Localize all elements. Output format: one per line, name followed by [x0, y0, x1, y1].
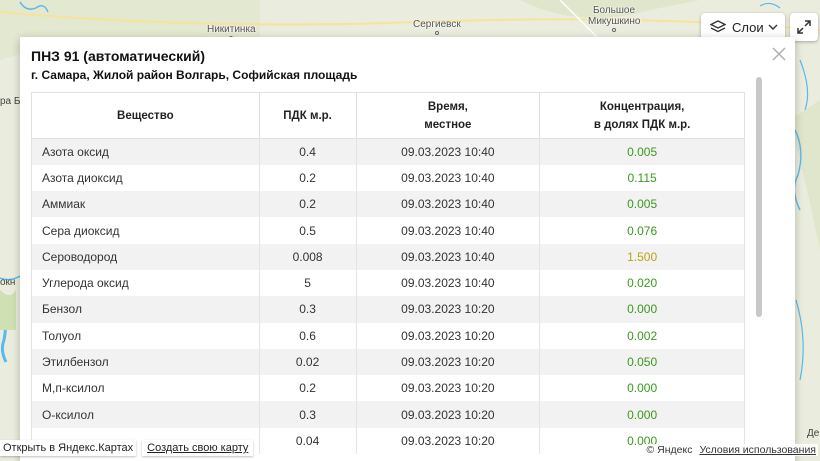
cell-substance: М,п-ксилол: [31, 375, 260, 402]
table-row: Сера диоксид 0.5 09.03.2023 10:40 0.076: [31, 217, 745, 244]
cell-time: 09.03.2023 10:20: [355, 375, 541, 402]
balloon-scrollbar[interactable]: [756, 77, 762, 317]
cell-time: 09.03.2023 10:20: [355, 348, 541, 376]
cell-concentration: 0.000: [539, 296, 745, 323]
expand-icon: [797, 20, 811, 34]
table-row: Азота диоксид 0.2 09.03.2023 10:40 0.115: [31, 164, 745, 192]
station-balloon: ПНЗ 91 (автоматический) г. Самара, Жилой…: [20, 37, 795, 461]
cell-pdk: 0.2: [258, 164, 357, 192]
cell-concentration: 0.005: [539, 191, 745, 218]
cell-substance: Бензол: [31, 296, 260, 323]
table-row: Сероводород 0.008 09.03.2023 10:40 1.500: [31, 243, 745, 270]
cell-time: 09.03.2023 10:20: [355, 427, 541, 455]
cell-pdk: 0.6: [258, 322, 357, 349]
create-your-map-link[interactable]: Создать свою карту: [142, 440, 254, 456]
cell-concentration: 0.115: [539, 164, 745, 192]
cell-concentration: 0.020: [539, 269, 745, 297]
cell-substance: Углерода оксид: [31, 269, 260, 297]
table-row: Этилбензол 0.02 09.03.2023 10:20 0.050: [31, 348, 745, 376]
cell-pdk: 0.3: [258, 401, 357, 428]
cell-time: 09.03.2023 10:20: [355, 296, 541, 323]
chevron-down-icon: [768, 24, 778, 30]
cell-time: 09.03.2023 10:40: [355, 243, 541, 270]
cell-substance: Азота диоксид: [31, 164, 260, 192]
layers-button-label: Слои: [732, 19, 764, 35]
station-address: г. Самара, Жилой район Волгарь, Софийска…: [31, 68, 358, 82]
table-row: Толуол 0.6 09.03.2023 10:20 0.002: [31, 322, 745, 349]
cell-pdk: 0.04: [258, 427, 357, 455]
cell-concentration: 0.000: [539, 375, 745, 402]
table-row: О-ксилол 0.3 09.03.2023 10:20 0.000: [31, 401, 745, 428]
cell-time: 09.03.2023 10:40: [355, 269, 541, 297]
cell-substance: Азота оксид: [31, 138, 260, 165]
cell-substance: Аммиак: [31, 191, 260, 218]
cell-pdk: 0.3: [258, 296, 357, 323]
open-in-yandex-maps-link[interactable]: Открыть в Яндекс.Картах: [0, 440, 137, 456]
measurements-table: Вещество ПДК м.р. Время, местное Концентр…: [31, 92, 745, 455]
cell-pdk: 0.5: [258, 217, 357, 244]
cell-substance: Толуол: [31, 322, 260, 349]
cell-substance: Этилбензол: [31, 348, 260, 376]
cell-concentration: 0.050: [539, 348, 745, 376]
cell-pdk: 0.4: [258, 138, 357, 165]
cell-substance: Сера диоксид: [31, 217, 260, 244]
cell-time: 09.03.2023 10:40: [355, 191, 541, 218]
header-pdk: ПДК м.р.: [258, 92, 357, 139]
table-row: М,п-ксилол 0.2 09.03.2023 10:20 0.000: [31, 375, 745, 402]
close-icon[interactable]: [771, 46, 787, 62]
table-row: Аммиак 0.2 09.03.2023 10:40 0.005: [31, 191, 745, 218]
copyright-text: © Яндекс: [646, 444, 693, 456]
terms-of-use-link[interactable]: Условия использования: [699, 444, 816, 456]
town-dot-icon: [612, 28, 616, 32]
cell-time: 09.03.2023 10:20: [355, 401, 541, 428]
cell-pdk: 0.02: [258, 348, 357, 376]
cell-concentration: 0.076: [539, 217, 745, 244]
map-copyright: © Яндекс Условия использования: [644, 444, 818, 456]
cell-time: 09.03.2023 10:40: [355, 164, 541, 192]
header-substance: Вещество: [31, 92, 260, 139]
cell-pdk: 0.2: [258, 375, 357, 402]
layers-icon: [710, 20, 726, 33]
map-footer-links: Открыть в Яндекс.Картах Создать свою кар…: [0, 438, 254, 458]
cell-time: 09.03.2023 10:40: [355, 138, 541, 165]
map-town-label: Сергиевск: [413, 19, 461, 35]
map-edge-label: Де: [807, 428, 820, 439]
table-row: Азота оксид 0.4 09.03.2023 10:40 0.005: [31, 138, 745, 165]
cell-concentration: 0.005: [539, 138, 745, 165]
map-edge-label: окн: [0, 277, 16, 288]
table-body: Азота оксид 0.4 09.03.2023 10:40 0.005 А…: [31, 138, 745, 455]
cell-time: 09.03.2023 10:20: [355, 322, 541, 349]
cell-time: 09.03.2023 10:40: [355, 217, 541, 244]
station-title: ПНЗ 91 (автоматический): [31, 48, 206, 64]
table-header-row: Вещество ПДК м.р. Время, местное Концентр…: [31, 92, 745, 139]
cell-pdk: 0.2: [258, 191, 357, 218]
table-row: Бензол 0.3 09.03.2023 10:20 0.000: [31, 296, 745, 323]
header-concentration: Концентрация, в долях ПДК м.р.: [539, 92, 745, 139]
table-row: Углерода оксид 5 09.03.2023 10:40 0.020: [31, 269, 745, 297]
cell-concentration: 0.002: [539, 322, 745, 349]
cell-pdk: 0.008: [258, 243, 357, 270]
header-time: Время, местное: [355, 92, 541, 139]
town-dot-icon: [434, 31, 439, 35]
cell-pdk: 5: [258, 269, 357, 297]
cell-concentration: 0.000: [539, 401, 745, 428]
cell-concentration: 1.500: [539, 243, 745, 270]
cell-substance: О-ксилол: [31, 401, 260, 428]
cell-substance: Сероводород: [31, 243, 260, 270]
map-town-label: Большое Микушкино: [588, 5, 640, 32]
